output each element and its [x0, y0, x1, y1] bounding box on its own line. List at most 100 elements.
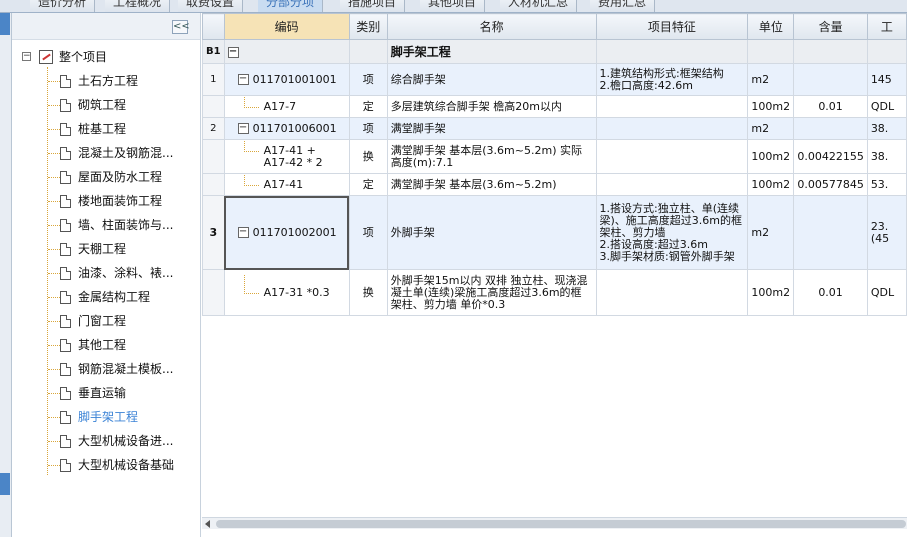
column-header[interactable]: 类别 — [348, 13, 388, 40]
grid-horizontal-scrollbar[interactable] — [202, 517, 907, 529]
column-header[interactable]: 名称 — [386, 13, 597, 40]
column-header[interactable]: 含量 — [793, 13, 868, 40]
code-cell[interactable]: A17-41 — [223, 173, 350, 196]
tree-root-label[interactable]: 整个项目 — [59, 47, 107, 67]
table-row[interactable]: B1− 脚手架工程 — [202, 39, 907, 64]
name-cell[interactable]: 脚手架工程 — [386, 39, 597, 64]
column-header[interactable]: 编码 — [223, 13, 350, 40]
feature-cell[interactable]: 1.建筑结构形式:框架结构 2.檐口高度:42.6m — [595, 63, 749, 96]
name-cell[interactable]: 综合脚手架 — [386, 63, 597, 96]
column-header[interactable]: 工 — [866, 13, 907, 40]
quantity-cell[interactable] — [793, 39, 868, 64]
tab-1[interactable]: 工程概况 — [105, 0, 171, 12]
expand-toggle-icon[interactable]: − — [237, 74, 249, 85]
work-qty-cell[interactable]: QDL — [866, 95, 907, 118]
name-cell[interactable]: 多层建筑综合脚手架 檐高20m以内 — [386, 95, 597, 118]
name-cell[interactable]: 外脚手架15m以内 双排 独立柱、现浇混凝土单(连续)梁施工高度超过3.6m的框… — [386, 269, 597, 316]
work-qty-cell[interactable]: 38. — [866, 117, 907, 140]
feature-cell[interactable] — [595, 39, 749, 64]
feature-cell[interactable]: 1.搭设方式:独立柱、单(连续梁)、施工高度超过3.6m的框架柱、剪力墙 2.搭设… — [595, 195, 749, 270]
tab-6[interactable]: 人材机汇总 — [500, 0, 578, 12]
type-cell[interactable]: 换 — [348, 269, 388, 316]
document-icon — [60, 363, 71, 376]
column-header[interactable]: 单位 — [747, 13, 795, 40]
unit-cell[interactable]: m2 — [747, 63, 795, 96]
quantity-cell[interactable]: 0.00577845 — [793, 173, 868, 196]
document-icon — [60, 267, 71, 280]
row-number: 1 — [202, 63, 225, 96]
tab-3[interactable]: 分部分项 — [258, 0, 324, 12]
feature-cell[interactable] — [595, 173, 749, 196]
collapse-panel-button[interactable]: << — [172, 20, 190, 34]
code-cell[interactable]: A17-7 — [223, 95, 350, 118]
document-icon — [60, 387, 71, 400]
work-qty-cell[interactable]: QDL — [866, 269, 907, 316]
table-row[interactable]: A17-41 定满堂脚手架 基本层(3.6m~5.2m) 100m2 0.005778… — [202, 173, 907, 196]
unit-cell[interactable]: 100m2 — [747, 139, 795, 174]
type-cell[interactable]: 换 — [348, 139, 388, 174]
work-qty-cell[interactable] — [866, 39, 907, 64]
type-cell[interactable]: 项 — [348, 117, 388, 140]
tab-0[interactable]: 造价分析 — [30, 0, 96, 12]
work-qty-cell[interactable]: 53. — [866, 173, 907, 196]
code-cell[interactable]: − — [223, 39, 350, 64]
type-cell[interactable]: 项 — [348, 63, 388, 96]
tab-4[interactable]: 措施项目 — [340, 0, 406, 12]
work-qty-cell[interactable]: 38. — [866, 139, 907, 174]
type-cell[interactable]: 定 — [348, 95, 388, 118]
row-number — [202, 173, 225, 196]
dock-tab-indicator-lower[interactable] — [0, 473, 10, 495]
feature-cell[interactable] — [595, 95, 749, 118]
name-cell[interactable]: 满堂脚手架 — [386, 117, 597, 140]
document-icon — [60, 411, 71, 424]
unit-cell[interactable]: m2 — [747, 117, 795, 140]
code-cell[interactable]: −011701002001 — [223, 195, 350, 270]
tab-2[interactable]: 取费设置 — [178, 0, 244, 12]
scroll-left-arrow-icon[interactable] — [205, 520, 210, 528]
quantity-cell[interactable]: 0.01 — [793, 95, 868, 118]
unit-cell[interactable]: m2 — [747, 195, 795, 270]
tree-root-toggle[interactable]: − — [22, 52, 31, 61]
unit-cell[interactable]: 100m2 — [747, 173, 795, 196]
quantity-cell[interactable] — [793, 63, 868, 96]
quantity-cell[interactable]: 0.00422155 — [793, 139, 868, 174]
code-cell[interactable]: −011701006001 — [223, 117, 350, 140]
expand-toggle-icon[interactable]: − — [227, 46, 239, 58]
code-cell[interactable]: A17-31 *0.3 — [223, 269, 350, 316]
scrollbar-thumb[interactable] — [216, 520, 906, 528]
sub-code: A17-7 — [228, 96, 346, 113]
table-row[interactable]: A17-7 定多层建筑综合脚手架 檐高20m以内 100m2 0.01 QDL — [202, 95, 907, 118]
unit-cell[interactable] — [747, 39, 795, 64]
feature-cell[interactable] — [595, 139, 749, 174]
name-cell[interactable]: 满堂脚手架 基本层(3.6m~5.2m) 实际高度(m):7.1 — [386, 139, 597, 174]
column-header[interactable] — [202, 13, 225, 40]
tab-5[interactable]: 其他项目 — [420, 0, 486, 12]
feature-cell[interactable] — [595, 117, 749, 140]
type-cell[interactable]: 项 — [348, 195, 388, 270]
tab-7[interactable]: 费用汇总 — [590, 0, 656, 12]
type-cell[interactable] — [348, 39, 388, 64]
dock-tab-indicator[interactable] — [0, 13, 10, 35]
quantity-cell[interactable] — [793, 117, 868, 140]
table-row[interactable]: A17-41 + A17-42 * 2 换满堂脚手架 基本层(3.6m~5.2m) … — [202, 139, 907, 174]
code-cell[interactable]: A17-41 + A17-42 * 2 — [223, 139, 350, 174]
quantity-cell[interactable]: 0.01 — [793, 269, 868, 316]
table-row[interactable]: 3 −011701002001 项外脚手架 1.搭设方式:独立柱、单(连续梁)、施工高… — [202, 195, 907, 270]
unit-cell[interactable]: 100m2 — [747, 269, 795, 316]
column-header[interactable]: 项目特征 — [595, 13, 749, 40]
code-cell[interactable]: −011701001001 — [223, 63, 350, 96]
tree-connector — [48, 201, 60, 202]
work-qty-cell[interactable]: 145 — [866, 63, 907, 96]
name-cell[interactable]: 满堂脚手架 基本层(3.6m~5.2m) — [386, 173, 597, 196]
work-qty-cell[interactable]: 23. (45 — [866, 195, 907, 270]
quantity-cell[interactable] — [793, 195, 868, 270]
expand-toggle-icon[interactable]: − — [237, 123, 249, 134]
unit-cell[interactable]: 100m2 — [747, 95, 795, 118]
expand-toggle-icon[interactable]: − — [237, 227, 249, 238]
name-cell[interactable]: 外脚手架 — [386, 195, 597, 270]
type-cell[interactable]: 定 — [348, 173, 388, 196]
table-row[interactable]: 2 −011701006001 项满堂脚手架 m2 38. — [202, 117, 907, 140]
feature-cell[interactable] — [595, 269, 749, 316]
table-row[interactable]: 1 −011701001001 项综合脚手架 1.建筑结构形式:框架结构 2.檐口高度:… — [202, 63, 907, 96]
table-row[interactable]: A17-31 *0.3 换外脚手架15m以内 双排 独立柱、现浇混凝土单(连续)梁… — [202, 269, 907, 316]
